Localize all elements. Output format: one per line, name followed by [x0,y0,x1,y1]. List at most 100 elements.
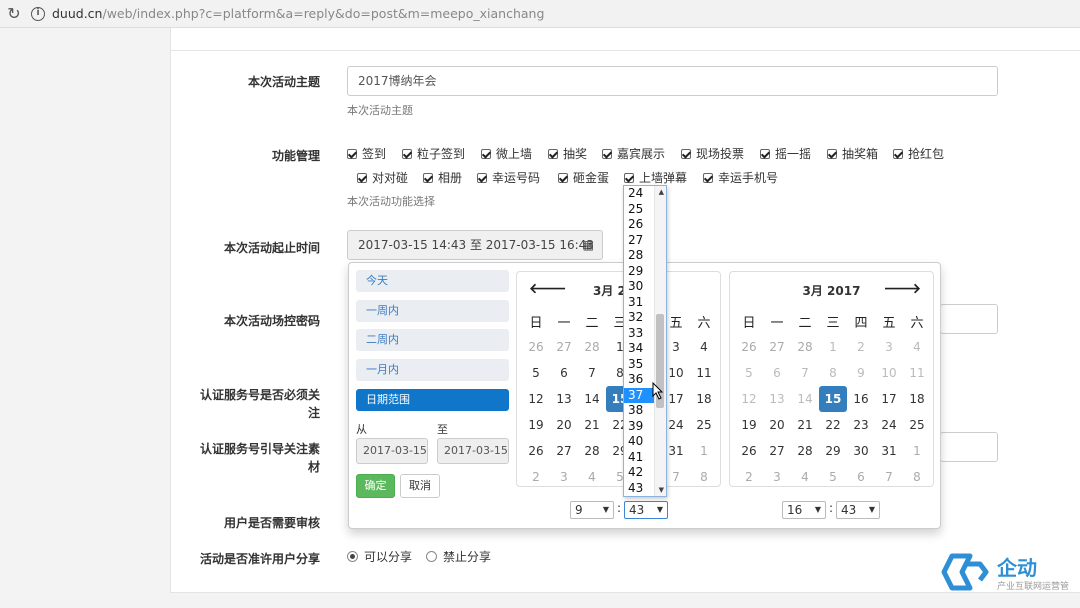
minute-option[interactable]: 35 [624,357,655,373]
calendar-day[interactable]: 26 [735,334,763,360]
calendar-day[interactable]: 3 [550,464,578,490]
share-allow-radio[interactable]: 可以分享 [347,549,412,565]
feature-checkbox[interactable]: 抽奖箱 [827,146,878,162]
calendar-day[interactable]: 27 [550,334,578,360]
calendar-day[interactable]: 1 [690,438,718,464]
minute-option[interactable]: 38 [624,403,655,419]
minute-option[interactable]: 37 [624,387,655,403]
calendar-day[interactable]: 24 [875,412,903,438]
apply-button[interactable]: 确定 [356,474,395,498]
calendar-day[interactable]: 4 [903,334,931,360]
next-month-icon[interactable]: 🡒 [883,280,921,297]
reload-icon[interactable]: ↻ [5,5,23,23]
calendar-day[interactable]: 1 [903,438,931,464]
calendar-day[interactable]: 29 [819,438,847,464]
calendar-day[interactable]: 11 [690,360,718,386]
minute-option[interactable]: 30 [624,279,655,295]
calendar-day[interactable]: 27 [550,438,578,464]
calendar-day[interactable]: 28 [791,334,819,360]
feature-checkbox[interactable]: 粒子签到 [402,146,465,162]
calendar-day[interactable]: 28 [791,438,819,464]
calendar-day[interactable]: 12 [522,386,550,412]
feature-checkbox[interactable]: 幸运号码 [477,170,540,186]
calendar-day[interactable]: 20 [763,412,791,438]
calendar-day[interactable]: 4 [791,464,819,490]
minute-option[interactable]: 33 [624,326,655,342]
calendar-day[interactable]: 7 [791,360,819,386]
calendar-day[interactable]: 2 [522,464,550,490]
material-input[interactable] [940,432,998,462]
calendar-day[interactable]: 15 [819,386,847,412]
calendar-day[interactable]: 21 [791,412,819,438]
calendar-day[interactable]: 17 [875,386,903,412]
time-range-input[interactable]: 2017-03-15 14:43 至 2017-03-15 16:43 ▦ [347,230,603,260]
feature-checkbox[interactable]: 摇一摇 [760,146,811,162]
calendar-day[interactable]: 5 [522,360,550,386]
calendar-day[interactable]: 23 [847,412,875,438]
minute-option[interactable]: 41 [624,450,655,466]
scroll-up-icon[interactable]: ▲ [659,188,664,196]
feature-checkbox[interactable]: 上墙弹幕 [624,170,687,186]
minute-option[interactable]: 28 [624,248,655,264]
calendar-day[interactable]: 5 [819,464,847,490]
calendar-day[interactable]: 6 [550,360,578,386]
calendar-day[interactable]: 19 [735,412,763,438]
url-text[interactable]: duud.cn/web/index.php?c=platform&a=reply… [52,6,544,21]
left-minute-select[interactable]: 43 ▼ [624,501,668,519]
minute-option[interactable]: 34 [624,341,655,357]
minute-option[interactable]: 36 [624,372,655,388]
calendar-day[interactable]: 12 [735,386,763,412]
range-today[interactable]: 今天 [356,270,509,292]
share-deny-radio[interactable]: 禁止分享 [426,549,491,565]
calendar-day[interactable]: 8 [819,360,847,386]
calendar-day[interactable]: 8 [690,464,718,490]
calendar-day[interactable]: 26 [735,438,763,464]
range-two-weeks[interactable]: 二周内 [356,329,509,351]
calendar-day[interactable]: 26 [522,334,550,360]
calendar-day[interactable]: 5 [735,360,763,386]
calendar-day[interactable]: 13 [763,386,791,412]
calendar-day[interactable]: 2 [735,464,763,490]
minute-dropdown-list[interactable]: 24 25 26 27 28 29 30 31 32 33 34 35 36 37 38 39 40 41 42 43… [623,185,667,497]
calendar-day[interactable]: 27 [763,334,791,360]
calendar-day[interactable]: 2 [847,334,875,360]
calendar-day[interactable]: 16 [847,386,875,412]
minute-option[interactable]: 25 [624,202,655,218]
calendar-day[interactable]: 28 [578,438,606,464]
minute-option[interactable]: 27 [624,233,655,249]
feature-checkbox[interactable]: 幸运手机号 [703,170,778,186]
calendar-day[interactable]: 19 [522,412,550,438]
from-date-input[interactable]: 2017-03-15 [356,438,428,464]
dropdown-scrollbar[interactable]: ▲ ▼ [654,186,666,496]
minute-option[interactable]: 26 [624,217,655,233]
feature-checkbox[interactable]: 砸金蛋 [558,170,609,186]
calendar-day[interactable]: 6 [763,360,791,386]
minute-option[interactable]: 29 [624,264,655,280]
calendar-day[interactable]: 28 [578,334,606,360]
calendar-day[interactable]: 14 [791,386,819,412]
minute-option[interactable]: 24 [624,186,655,202]
calendar-day[interactable]: 31 [875,438,903,464]
calendar-day[interactable]: 25 [903,412,931,438]
minute-option[interactable]: 43 [624,481,655,497]
feature-checkbox[interactable]: 相册 [423,170,462,186]
calendar-day[interactable]: 27 [763,438,791,464]
range-custom[interactable]: 日期范围 [356,389,509,411]
calendar-day[interactable]: 21 [578,412,606,438]
scroll-down-icon[interactable]: ▼ [659,486,664,494]
calendar-day[interactable]: 10 [875,360,903,386]
calendar-day[interactable]: 20 [550,412,578,438]
minute-option[interactable]: 39 [624,419,655,435]
calendar-day[interactable]: 4 [690,334,718,360]
calendar-day[interactable]: 1 [819,334,847,360]
feature-checkbox[interactable]: 抢红包 [893,146,944,162]
info-icon[interactable]: i [31,7,45,21]
left-hour-select[interactable]: 9 ▼ [570,501,614,519]
feature-checkbox[interactable]: 微上墙 [481,146,532,162]
range-one-month[interactable]: 一月内 [356,359,509,381]
calendar-day[interactable]: 18 [690,386,718,412]
calendar-day[interactable]: 7 [875,464,903,490]
password-input[interactable] [940,304,998,334]
calendar-day[interactable]: 14 [578,386,606,412]
calendar-day[interactable]: 4 [578,464,606,490]
